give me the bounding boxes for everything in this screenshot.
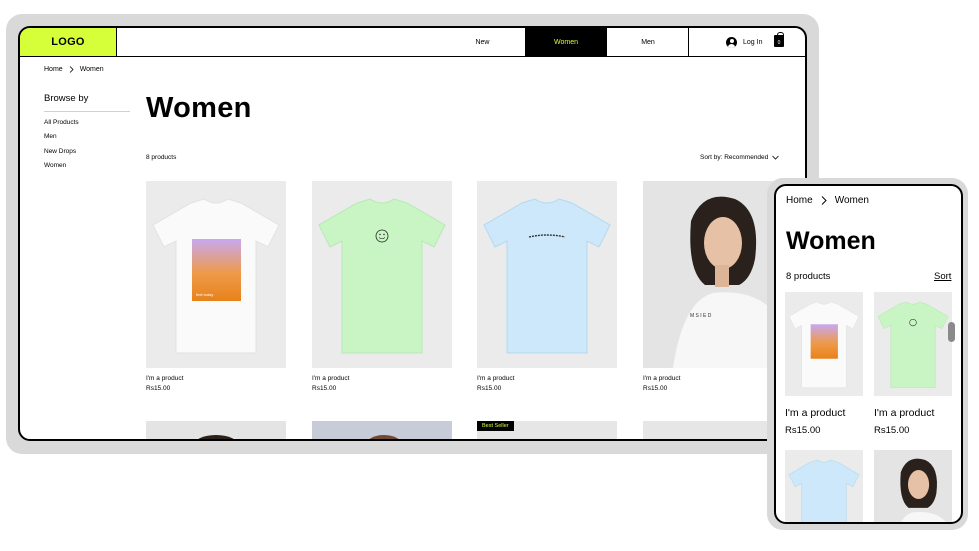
product-image[interactable] xyxy=(312,181,452,368)
product-price: Rs15.00 xyxy=(785,425,821,436)
user-icon xyxy=(726,36,737,48)
site-logo[interactable]: LOGO xyxy=(20,28,117,56)
best-seller-badge: Best Seller xyxy=(477,421,514,431)
product-name[interactable]: I'm a product xyxy=(146,375,183,382)
product-image[interactable] xyxy=(874,292,952,396)
mobile-breadcrumb-home[interactable]: Home xyxy=(786,195,813,206)
login-label: Log In xyxy=(743,38,763,46)
mobile-breadcrumb-current: Women xyxy=(834,195,869,206)
mobile-sort-link[interactable]: Sort xyxy=(934,271,951,282)
model-photo-image xyxy=(900,458,947,522)
product-card-partial[interactable] xyxy=(312,421,452,439)
model-photo-image xyxy=(312,421,452,439)
sidebar-item-men[interactable]: Men xyxy=(44,133,57,140)
product-name[interactable]: I'm a product xyxy=(643,375,680,382)
sidebar-item-women[interactable]: Women xyxy=(44,162,66,169)
product-price: Rs15.00 xyxy=(874,425,910,436)
page-title: Women xyxy=(146,92,252,124)
model-photo-image xyxy=(146,421,286,439)
product-count: 8 products xyxy=(146,154,177,161)
product-name[interactable]: I'm a product xyxy=(785,407,845,419)
tshirt-white-image xyxy=(788,301,860,388)
chevron-down-icon xyxy=(772,155,780,160)
desktop-screen: LOGO New Women Men Log In 0 Home Women B… xyxy=(18,26,807,441)
mobile-page-title: Women xyxy=(786,227,876,255)
sort-dropdown[interactable]: Sort by: Recommended xyxy=(700,154,780,161)
sidebar-item-all-products[interactable]: All Products xyxy=(44,119,79,126)
nav-divider xyxy=(688,28,689,56)
site-header: LOGO New Women Men Log In 0 xyxy=(20,28,805,57)
breadcrumb-current: Women xyxy=(79,66,104,73)
product-image[interactable] xyxy=(477,181,617,368)
product-price: Rs15.00 xyxy=(146,385,171,392)
product-image-partial[interactable] xyxy=(785,450,863,522)
tshirt-green-image xyxy=(877,301,949,388)
sidebar-item-new-drops[interactable]: New Drops xyxy=(44,148,76,155)
model-photo-image: M S I E D xyxy=(643,181,783,368)
product-image-partial[interactable] xyxy=(874,450,952,522)
chevron-right-icon xyxy=(69,66,74,73)
mobile-scrollbar[interactable] xyxy=(948,322,955,342)
cart-icon[interactable]: 0 xyxy=(774,32,784,47)
tshirt-blue-image xyxy=(483,198,611,354)
tshirt-blue-image xyxy=(788,459,860,522)
breadcrumb-home[interactable]: Home xyxy=(44,66,63,73)
mobile-product-count: 8 products xyxy=(786,271,831,282)
sidebar-title: Browse by xyxy=(44,93,89,104)
svg-text:M S I E D: M S I E D xyxy=(690,313,712,319)
product-image[interactable] xyxy=(785,292,863,396)
mobile-screen: Home Women Women 8 products Sort I'm a p… xyxy=(774,184,963,524)
product-name[interactable]: I'm a product xyxy=(312,375,349,382)
product-price: Rs15.00 xyxy=(643,385,668,392)
product-price: Rs15.00 xyxy=(312,385,337,392)
product-card-partial[interactable] xyxy=(643,421,783,439)
product-name[interactable]: I'm a product xyxy=(874,407,934,419)
sidebar-divider xyxy=(44,111,130,112)
mobile-breadcrumb: Home Women xyxy=(786,195,869,206)
sort-label: Sort by: Recommended xyxy=(700,154,769,161)
product-image[interactable]: feel today xyxy=(146,181,286,368)
product-image[interactable]: M S I E D xyxy=(643,181,783,368)
nav-item-women[interactable]: Women xyxy=(525,28,607,56)
product-card-partial[interactable]: Best Seller xyxy=(477,421,617,439)
tshirt-green-image xyxy=(318,198,446,354)
nav-item-new[interactable]: New xyxy=(440,28,525,56)
product-name[interactable]: I'm a product xyxy=(477,375,514,382)
chevron-right-icon xyxy=(821,196,827,205)
breadcrumb: Home Women xyxy=(44,66,104,73)
tshirt-white-image: feel today xyxy=(152,198,280,354)
svg-text:feel today: feel today xyxy=(196,292,213,297)
nav-item-men[interactable]: Men xyxy=(607,28,689,56)
login-button[interactable]: Log In xyxy=(726,28,762,56)
product-price: Rs15.00 xyxy=(477,385,502,392)
product-card-partial[interactable] xyxy=(146,421,286,439)
